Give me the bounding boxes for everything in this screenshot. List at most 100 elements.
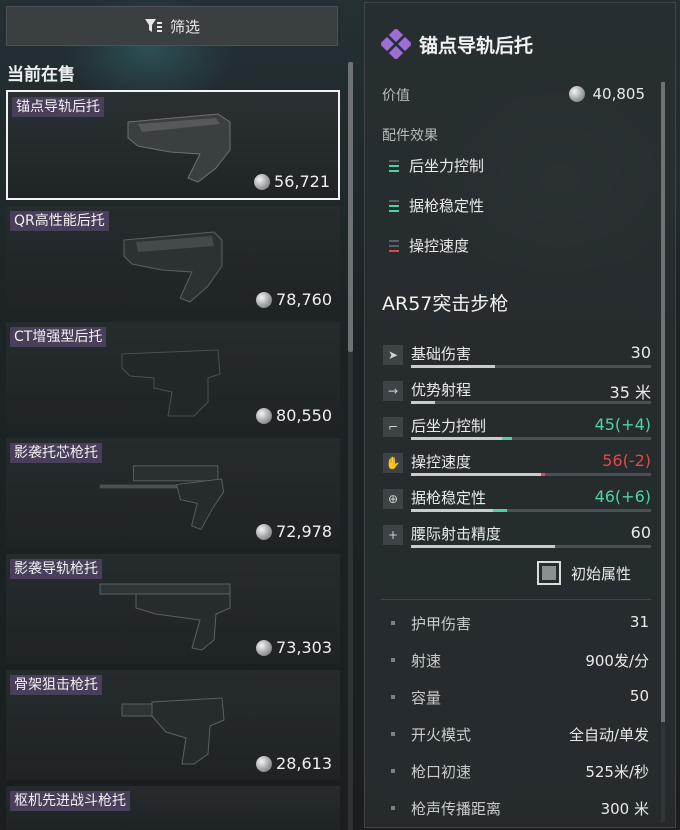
stat-value: 46(+6) — [594, 487, 651, 506]
stock-image — [99, 583, 231, 651]
weapon-name: AR57突击步枪 — [382, 293, 509, 315]
stat-bar — [411, 509, 651, 512]
coin-icon — [256, 639, 273, 656]
attribute-value: 50 — [629, 687, 649, 705]
item-name: 枢机先进战斗枪托 — [10, 791, 130, 811]
list-item[interactable]: 骨架狙击枪托 28,613 — [6, 670, 340, 780]
coin-icon — [256, 407, 273, 424]
effect-name: 后坐力控制 — [409, 157, 485, 175]
price-value: 56,721 — [274, 172, 330, 191]
coin-icon — [568, 86, 585, 102]
attribute-row: 容量 50 — [389, 687, 649, 711]
stat-row: ⌐ 后坐力控制 45(+4) — [381, 415, 651, 447]
detail-header: 锚点导轨后托 — [381, 29, 533, 59]
list-item[interactable]: 锚点导轨后托 56,721 — [6, 90, 340, 200]
attribute-name: 枪声传播距离 — [411, 800, 502, 818]
stat-row: + 腰际射击精度 60 — [381, 523, 651, 555]
list-item[interactable]: 影袭托芯枪托 72,978 — [6, 438, 340, 548]
stock-image — [121, 349, 221, 417]
stat-bar — [411, 473, 651, 476]
stat-fill — [411, 473, 541, 476]
coin-icon — [256, 291, 273, 308]
item-name: 骨架狙击枪托 — [10, 675, 102, 695]
stat-fill — [411, 545, 555, 548]
stock-image — [127, 113, 231, 183]
attribute-value: 全自动/单发 — [568, 726, 649, 744]
attribute-value: 300 米 — [600, 800, 649, 818]
stat-value: 60 — [630, 523, 651, 542]
coin-icon — [254, 173, 271, 190]
coin-icon — [256, 755, 273, 772]
effect-bars-icon — [389, 198, 399, 214]
range-icon: → — [383, 381, 403, 401]
shop-list-panel: 筛选 当前在售 锚点导轨后托 56,721 QR高性能后托 78,760 CT增… — [0, 0, 355, 830]
item-name: 影袭导轨枪托 — [10, 559, 102, 579]
stat-name: 后坐力控制 — [411, 417, 487, 435]
value-label: 价值 — [382, 88, 410, 104]
item-price: 73,303 — [256, 638, 332, 657]
attribute-row: 开火模式 全自动/单发 — [389, 724, 649, 748]
crosshair-icon: ⊕ — [383, 489, 403, 509]
coin-icon — [256, 523, 273, 540]
stat-name: 优势射程 — [411, 381, 472, 399]
item-name: CT增强型后托 — [10, 327, 107, 347]
base-stats-label: 初始属性 — [571, 564, 632, 583]
filter-label: 筛选 — [169, 17, 200, 36]
attribute-row: 枪声传播距离 300 米 — [389, 798, 649, 822]
stat-bar — [411, 437, 651, 440]
stat-fill — [411, 401, 435, 404]
price-value: 73,303 — [276, 638, 332, 657]
effects-label: 配件效果 — [382, 128, 438, 144]
stat-bar — [411, 545, 651, 548]
filter-button[interactable]: 筛选 — [6, 6, 338, 46]
attribute-row: 护甲伤害 31 — [389, 613, 649, 637]
stat-value: 45(+4) — [594, 415, 651, 434]
stat-value: 35 米 — [609, 383, 651, 402]
list-item[interactable]: CT增强型后托 80,550 — [6, 322, 340, 432]
attribute-row: 射速 900发/分 — [389, 650, 649, 674]
section-title: 当前在售 — [7, 65, 75, 85]
list-item[interactable]: QR高性能后托 78,760 — [6, 206, 340, 316]
stock-image — [121, 697, 225, 765]
stat-name: 操控速度 — [411, 453, 472, 471]
value-amount: 40,805 — [592, 85, 646, 103]
detail-panel: 锚点导轨后托 价值 40,805 配件效果 后坐力控制 据枪稳定性 操控速度 A… — [364, 2, 676, 828]
stat-value: 30 — [630, 343, 651, 362]
attribute-value: 900发/分 — [585, 652, 649, 670]
damage-icon: ➤ — [383, 345, 403, 365]
stat-row: ✋ 操控速度 56(-2) — [381, 451, 651, 483]
item-title: 锚点导轨后托 — [419, 34, 534, 57]
stat-name: 基础伤害 — [411, 345, 472, 363]
base-stats-toggle[interactable]: 初始属性 — [537, 561, 631, 585]
base-stats-checkbox[interactable] — [537, 561, 561, 585]
list-item[interactable]: 影袭导轨枪托 73,303 — [6, 554, 340, 664]
stat-row: ➤ 基础伤害 30 — [381, 343, 651, 375]
effect-recoil: 后坐力控制 — [389, 155, 484, 176]
item-price: 78,760 — [256, 290, 332, 309]
recoil-icon: ⌐ — [383, 417, 403, 437]
effect-stability: 据枪稳定性 — [389, 195, 484, 216]
stat-fill — [411, 437, 503, 440]
scrollbar-thumb[interactable] — [348, 62, 353, 352]
stat-name: 据枪稳定性 — [411, 489, 487, 507]
price-value: 72,978 — [276, 522, 332, 541]
item-name: 影袭托芯枪托 — [10, 443, 102, 463]
item-price: 72,978 — [256, 522, 332, 541]
item-price: 28,613 — [256, 754, 332, 773]
attribute-value: 31 — [629, 613, 649, 631]
stock-image — [123, 231, 223, 303]
price-value: 78,760 — [276, 290, 332, 309]
item-value: 40,805 — [568, 85, 646, 103]
list-item[interactable]: 枢机先进战斗枪托 — [6, 786, 340, 830]
attribute-name: 护甲伤害 — [411, 615, 472, 633]
effect-bars-icon — [389, 238, 399, 254]
scrollbar-thumb[interactable] — [661, 82, 665, 722]
funnel-icon — [144, 19, 162, 32]
stat-fill — [411, 509, 493, 512]
stat-delta — [502, 437, 512, 440]
item-name: QR高性能后托 — [10, 211, 109, 231]
attribute-name: 射速 — [411, 652, 442, 670]
stat-fill — [411, 365, 495, 368]
divider — [381, 599, 651, 600]
stock-image — [99, 465, 224, 531]
